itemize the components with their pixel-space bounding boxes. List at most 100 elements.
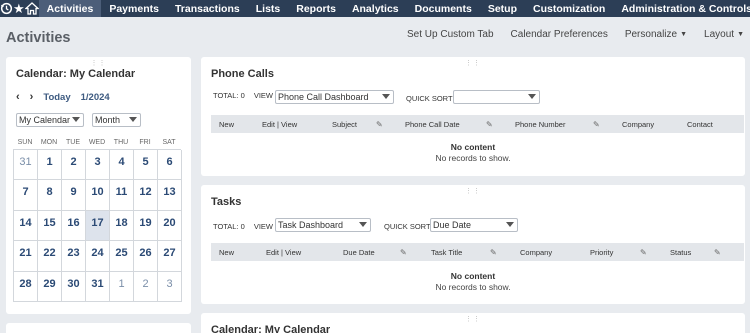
calendar-day[interactable]: 10 xyxy=(86,180,110,211)
phone-calls-view-select[interactable]: Phone Call Dashboard xyxy=(275,90,394,104)
calendar-day[interactable]: 31 xyxy=(86,271,110,302)
recent-records-icon[interactable] xyxy=(0,0,13,17)
calendar-day[interactable]: 7 xyxy=(14,180,38,211)
dropdown-arrow-icon xyxy=(528,94,536,99)
setup-custom-tab-link[interactable]: Set Up Custom Tab xyxy=(407,29,494,40)
personalize-menu[interactable]: Personalize ▼ xyxy=(625,29,687,40)
calendar-day[interactable]: 6 xyxy=(158,150,182,181)
nav-item-reports[interactable]: Reports xyxy=(288,0,344,17)
nav-item-administration[interactable]: Administration & Controls xyxy=(613,0,750,17)
calendar-day[interactable]: 9 xyxy=(62,180,86,211)
calendar-day[interactable]: 2 xyxy=(62,150,86,181)
dropdown-arrow-icon xyxy=(72,117,80,122)
calendar-day[interactable]: 3 xyxy=(158,271,182,302)
pencil-icon[interactable]: ✎ xyxy=(376,120,383,129)
calendar-day-today[interactable]: 17 xyxy=(86,210,110,242)
chevron-right-icon[interactable]: › xyxy=(30,91,34,103)
calendar-day[interactable]: 21 xyxy=(14,241,38,272)
calendar-day[interactable]: 23 xyxy=(62,241,86,272)
drag-handle-icon[interactable]: ⋮⋮ xyxy=(465,59,481,67)
column-contact[interactable]: Contact xyxy=(687,120,713,129)
phone-calls-quick-sort-select[interactable] xyxy=(453,90,540,104)
pencil-icon[interactable]: ✎ xyxy=(640,248,647,257)
calendar-list-portlet: ⋮⋮ Calendar: My Calendar xyxy=(201,313,745,333)
drag-handle-icon[interactable]: ⋮⋮ xyxy=(465,187,481,195)
calendar-day[interactable]: 1 xyxy=(38,150,62,181)
column-due-date[interactable]: Due Date xyxy=(343,248,375,257)
calendar-day[interactable]: 20 xyxy=(158,210,182,242)
calendar-day[interactable]: 3 xyxy=(86,150,110,181)
pencil-icon[interactable]: ✎ xyxy=(593,120,600,129)
weekday-header: SUN MON TUE WED THU FRI SAT xyxy=(13,139,181,146)
column-priority[interactable]: Priority xyxy=(590,248,613,257)
calendar-day[interactable]: 30 xyxy=(62,271,86,302)
weekday-thu: THU xyxy=(113,139,129,146)
calendar-day[interactable]: 11 xyxy=(110,180,134,211)
calendar-day[interactable]: 14 xyxy=(14,210,38,242)
calendar-day[interactable]: 4 xyxy=(110,150,134,181)
calendar-day[interactable]: 18 xyxy=(110,210,134,242)
calendar-select-value: My Calendar xyxy=(19,115,71,125)
chevron-left-icon[interactable]: ‹ xyxy=(16,91,20,103)
calendar-day[interactable]: 26 xyxy=(134,241,158,272)
pencil-icon[interactable]: ✎ xyxy=(490,248,497,257)
column-phone-call-date[interactable]: Phone Call Date xyxy=(405,120,460,129)
calendar-select[interactable]: My Calendar xyxy=(16,113,84,127)
nav-item-documents[interactable]: Documents xyxy=(407,0,480,17)
pencil-icon[interactable]: ✎ xyxy=(714,248,721,257)
tasks-total: TOTAL: 0 xyxy=(213,222,245,231)
calendar-day[interactable]: 31 xyxy=(14,150,38,181)
dropdown-arrow-icon xyxy=(129,117,137,122)
calendar-day[interactable]: 2 xyxy=(134,271,158,302)
pencil-icon[interactable]: ✎ xyxy=(400,248,407,257)
calendar-day[interactable]: 25 xyxy=(110,241,134,272)
calendar-day[interactable]: 24 xyxy=(86,241,110,272)
calendar-day[interactable]: 28 xyxy=(14,271,38,302)
column-task-title[interactable]: Task Title xyxy=(431,248,462,257)
phone-calls-column-header: New Edit | View Subject ✎ Phone Call Dat… xyxy=(211,115,744,133)
drag-handle-icon[interactable]: ⋮⋮ xyxy=(91,59,107,67)
column-status[interactable]: Status xyxy=(670,248,691,257)
nav-item-lists[interactable]: Lists xyxy=(248,0,289,17)
today-link[interactable]: Today xyxy=(43,92,70,103)
pencil-icon[interactable]: ✎ xyxy=(486,120,493,129)
calendar-day[interactable]: 27 xyxy=(158,241,182,272)
column-subject[interactable]: Subject xyxy=(332,120,357,129)
calendar-portlet-title: Calendar: My Calendar xyxy=(16,68,136,80)
layout-menu[interactable]: Layout ▼ xyxy=(704,29,744,40)
calendar-day[interactable]: 1 xyxy=(110,271,134,302)
nav-item-payments[interactable]: Payments xyxy=(101,0,167,17)
column-company[interactable]: Company xyxy=(622,120,654,129)
nav-item-setup[interactable]: Setup xyxy=(480,0,525,17)
dropdown-arrow-icon xyxy=(359,222,367,227)
view-mode-select[interactable]: Month xyxy=(92,113,141,127)
nav-item-customization[interactable]: Customization xyxy=(525,0,613,17)
nav-item-analytics[interactable]: Analytics xyxy=(344,0,407,17)
column-company[interactable]: Company xyxy=(520,248,552,257)
drag-handle-icon[interactable]: ⋮⋮ xyxy=(465,315,481,323)
calendar-day[interactable]: 5 xyxy=(134,150,158,181)
phone-calls-total: TOTAL: 0 xyxy=(213,91,245,100)
calendar-day[interactable]: 16 xyxy=(62,210,86,242)
nav-item-transactions[interactable]: Transactions xyxy=(167,0,248,17)
calendar-day[interactable]: 13 xyxy=(158,180,182,211)
calendar-day[interactable]: 15 xyxy=(38,210,62,242)
home-icon[interactable] xyxy=(24,0,39,17)
nav-item-activities[interactable]: Activities xyxy=(38,0,102,17)
tasks-view-select[interactable]: Task Dashboard xyxy=(275,218,371,232)
column-new: New xyxy=(219,120,235,129)
weekday-mon: MON xyxy=(40,139,58,146)
calendar-navigation: ‹ › Today 1/2024 xyxy=(16,91,110,103)
column-phone-number[interactable]: Phone Number xyxy=(515,120,565,129)
weekday-sat: SAT xyxy=(162,139,176,146)
calendar-day[interactable]: 22 xyxy=(38,241,62,272)
calendar-day[interactable]: 8 xyxy=(38,180,62,211)
phone-calls-view-label: VIEW xyxy=(253,91,273,100)
tasks-quick-sort-select[interactable]: Due Date xyxy=(430,218,518,232)
calendar-preferences-link[interactable]: Calendar Preferences xyxy=(511,29,608,40)
star-icon[interactable]: ★ xyxy=(13,0,25,17)
calendar-day[interactable]: 12 xyxy=(134,180,158,211)
tasks-quick-sort: QUICK SORT xyxy=(384,222,431,231)
calendar-day[interactable]: 29 xyxy=(38,271,62,302)
calendar-day[interactable]: 19 xyxy=(134,210,158,242)
